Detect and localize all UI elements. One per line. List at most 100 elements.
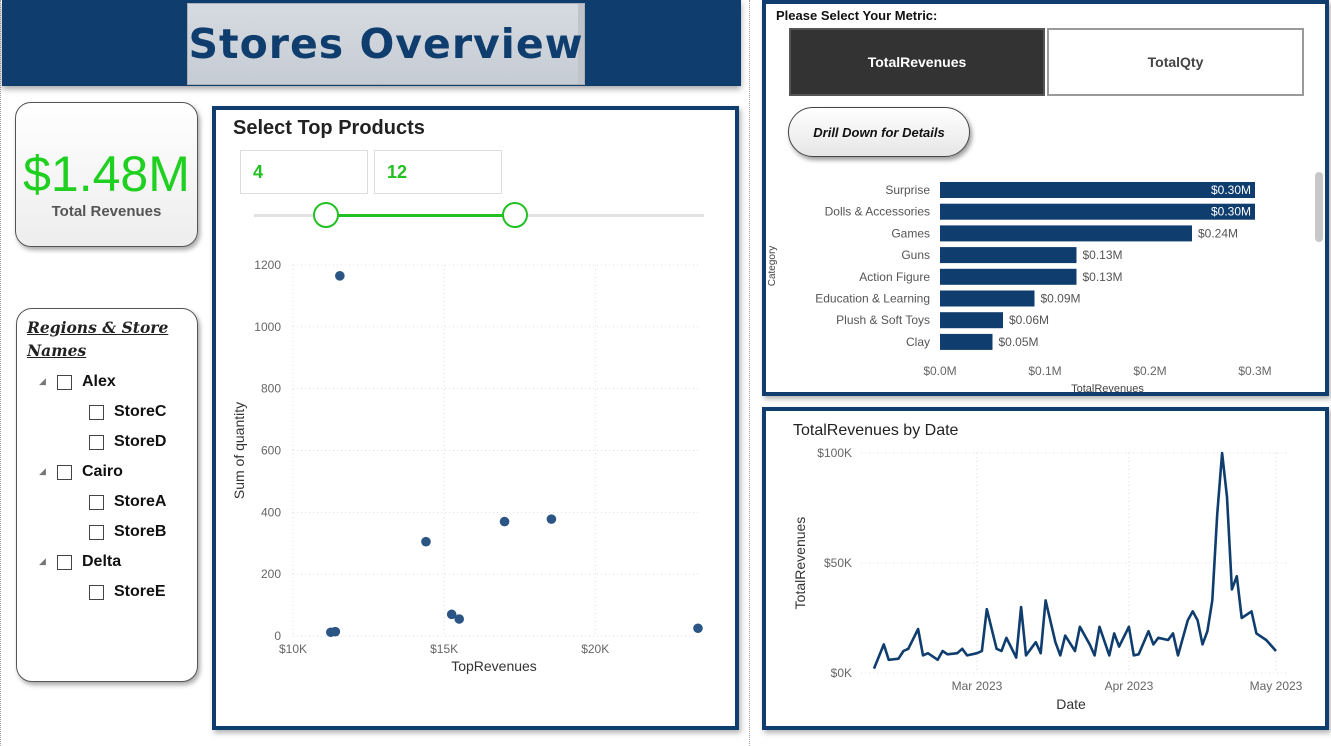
- data-label: $0.13M: [1083, 248, 1123, 262]
- x-tick-label: $20K: [581, 642, 609, 656]
- x-tick-label: $0.3M: [1238, 364, 1271, 378]
- kpi-value: $1.48M: [23, 146, 190, 202]
- y-tick-label: 800: [261, 382, 281, 396]
- category-bar-chart: Surprise $0.30M Dolls & Accessories $0.30M G…: [767, 182, 1272, 392]
- top-products-panel: Select Top Products 4 12 0 200 400 600 800 10…: [212, 106, 739, 730]
- x-tick-label: Mar 2023: [952, 679, 1003, 693]
- y-tick-label: $50K: [824, 556, 852, 570]
- y-axis-label: Category: [767, 246, 778, 287]
- region-label: Cairo: [82, 463, 123, 480]
- checkbox[interactable]: [89, 434, 104, 450]
- bar: [940, 203, 1255, 220]
- scatter-point: [335, 271, 345, 281]
- total-revenues-card: $1.48M Total Revenues: [15, 102, 198, 247]
- category-label: Games: [891, 226, 930, 240]
- y-tick-label: 0: [274, 629, 281, 643]
- bar: [940, 268, 1077, 285]
- tree-item-store-c[interactable]: StoreC: [89, 403, 166, 421]
- data-label: $0.06M: [1009, 313, 1049, 327]
- region-label: Delta: [82, 553, 122, 570]
- y-tick-label: 600: [261, 444, 281, 458]
- store-label: StoreD: [114, 433, 167, 450]
- x-tick-label: May 2023: [1250, 679, 1303, 693]
- category-label: Surprise: [885, 183, 930, 197]
- scatter-point: [546, 514, 557, 524]
- tree-item-store-a[interactable]: StoreA: [89, 493, 166, 511]
- slicer-title: Regions & Store Names: [27, 318, 169, 360]
- revenue-line-chart: $0K $50K $100K Mar 2023 Apr 2023 May 2023 Date…: [792, 446, 1303, 712]
- category-label: Action Figure: [859, 270, 930, 284]
- checkbox[interactable]: [89, 494, 104, 510]
- bar: [940, 225, 1192, 242]
- bar: [940, 182, 1255, 198]
- checkbox[interactable]: [57, 554, 72, 570]
- scatter-point: [454, 614, 465, 624]
- region-label: Alex: [82, 373, 116, 390]
- store-label: StoreB: [114, 523, 167, 540]
- page-left-guide: [0, 0, 1, 746]
- checkbox[interactable]: [57, 374, 72, 390]
- x-axis-label: TopRevenues: [451, 658, 537, 674]
- header-bar: Stores Overview: [2, 0, 741, 86]
- checkbox[interactable]: [57, 464, 72, 480]
- x-tick-label: $0.1M: [1028, 364, 1061, 378]
- category-label: Dolls & Accessories: [825, 205, 930, 219]
- data-label: $0.30M: [1211, 183, 1251, 197]
- scatter-point: [421, 536, 431, 547]
- tree-item-region-cairo[interactable]: ◢ Cairo: [39, 463, 123, 481]
- category-label: Clay: [906, 335, 930, 349]
- y-tick-label: 1000: [254, 320, 281, 334]
- y-tick-label: $100K: [817, 446, 852, 460]
- y-tick-label: 400: [261, 505, 281, 519]
- scatter-point: [330, 626, 341, 637]
- x-tick-label: $10K: [279, 642, 307, 656]
- y-tick-label: $0K: [831, 666, 852, 680]
- y-axis-label: Sum of quantity: [231, 402, 247, 499]
- y-axis-label: TotalRevenues: [792, 517, 808, 610]
- data-label: $0.24M: [1198, 226, 1238, 240]
- data-label: $0.30M: [1211, 205, 1251, 219]
- x-axis-label: Date: [1056, 696, 1086, 712]
- metric-panel: Please Select Your Metric: TotalRevenues…: [762, 0, 1329, 396]
- store-label: StoreA: [114, 493, 167, 510]
- x-tick-label: $0.0M: [923, 364, 956, 378]
- category-label: Education & Learning: [815, 292, 930, 306]
- x-tick-label: Apr 2023: [1105, 679, 1154, 693]
- checkbox[interactable]: [89, 524, 104, 540]
- tree-item-store-d[interactable]: StoreD: [89, 433, 166, 451]
- data-label: $0.05M: [999, 335, 1039, 349]
- checkbox[interactable]: [89, 404, 104, 420]
- kpi-label: Total Revenues: [51, 203, 162, 220]
- category-label: Plush & Soft Toys: [836, 313, 930, 327]
- data-label: $0.09M: [1041, 292, 1081, 306]
- tree-item-region-alex[interactable]: ◢ Alex: [39, 373, 116, 391]
- y-tick-label: 200: [261, 567, 281, 581]
- regions-slicer: Regions & Store Names ◢ Alex StoreC Stor…: [16, 308, 198, 682]
- page-title: Stores Overview: [188, 20, 584, 68]
- scatter-point: [499, 516, 510, 527]
- bar: [940, 333, 993, 350]
- bar: [940, 247, 1077, 264]
- x-tick-label: $0.2M: [1133, 364, 1166, 378]
- expand-triangle-icon[interactable]: ◢: [39, 557, 57, 567]
- store-label: StoreE: [114, 583, 166, 600]
- tree-item-store-e[interactable]: StoreE: [89, 583, 166, 601]
- scatter-chart: 0 200 400 600 800 1000 1200 $10K $15K $20K TopReve…: [231, 258, 703, 674]
- tree-item-store-b[interactable]: StoreB: [89, 523, 166, 541]
- y-tick-label: 1200: [254, 258, 281, 272]
- page-divider-guide: [749, 0, 750, 746]
- category-label: Guns: [901, 248, 930, 262]
- tree-item-region-delta[interactable]: ◢ Delta: [39, 553, 121, 571]
- title-box: Stores Overview: [187, 3, 585, 85]
- scatter-point: [693, 623, 703, 634]
- expand-triangle-icon[interactable]: ◢: [39, 377, 57, 387]
- bar: [940, 290, 1035, 307]
- revenue-by-date-panel: TotalRevenues by Date $0K $50K $100K Mar 20…: [762, 407, 1329, 730]
- data-label: $0.13M: [1083, 270, 1123, 284]
- x-tick-label: $15K: [430, 642, 458, 656]
- store-label: StoreC: [114, 403, 167, 420]
- checkbox[interactable]: [89, 584, 104, 600]
- x-axis-label: TotalRevenues: [1071, 383, 1144, 392]
- expand-triangle-icon[interactable]: ◢: [39, 467, 57, 477]
- series-line: [872, 451, 1277, 670]
